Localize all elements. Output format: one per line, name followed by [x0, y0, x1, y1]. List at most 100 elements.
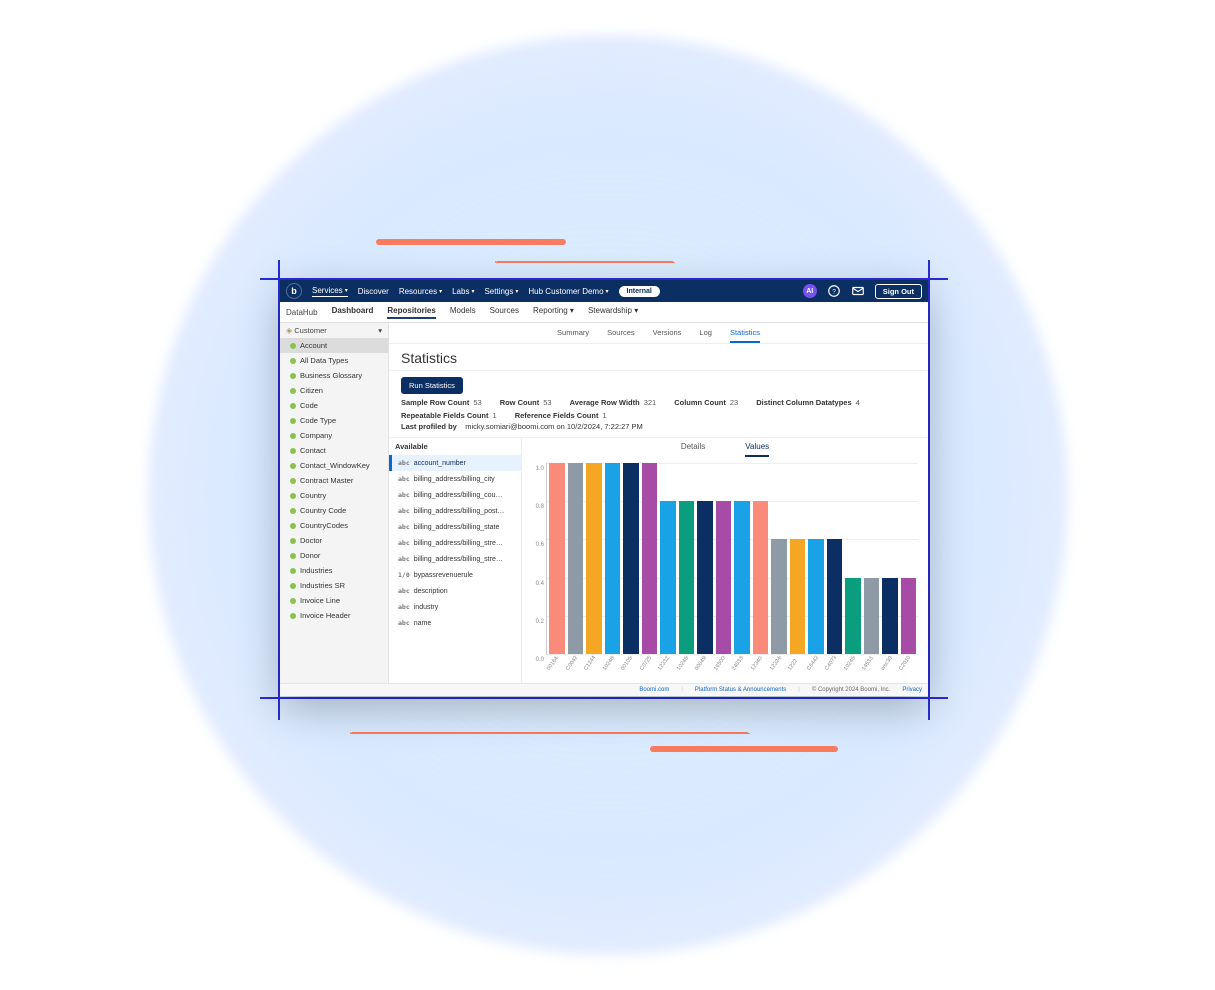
- stat-column-count: Column Count23: [674, 398, 738, 407]
- field-name: billing_address/billing_city: [414, 476, 495, 483]
- chart-tab-details[interactable]: Details: [681, 442, 705, 457]
- chart-bar[interactable]: [790, 539, 806, 654]
- tree-item-code-type[interactable]: Code Type: [280, 413, 388, 428]
- subnav-item-models[interactable]: Models: [450, 306, 476, 319]
- chart-plot: [546, 463, 918, 655]
- chart-bar[interactable]: [882, 578, 898, 654]
- field-name: billing_address/billing_cou…: [414, 492, 503, 499]
- nav-item-services[interactable]: Services▾: [312, 286, 348, 297]
- subnav-item-sources[interactable]: Sources: [490, 306, 519, 319]
- footer: Boomi.com | Platform Status & Announceme…: [280, 683, 928, 696]
- crop-mark: [928, 690, 930, 720]
- chart-bar[interactable]: [901, 578, 917, 654]
- tree-item-invoice-line[interactable]: Invoice Line: [280, 593, 388, 608]
- chart-bar[interactable]: [753, 501, 769, 654]
- field-account_number[interactable]: abcaccount_number: [389, 455, 521, 471]
- mail-icon[interactable]: [851, 284, 865, 298]
- chart-bar[interactable]: [771, 539, 787, 654]
- field-bypassrevenuerule[interactable]: 1/0bypassrevenuerule: [389, 567, 521, 583]
- tab-statistics[interactable]: Statistics: [730, 328, 760, 343]
- chart-bar[interactable]: [864, 578, 880, 654]
- field-billing_address-billing_cou-[interactable]: abcbilling_address/billing_cou…: [389, 487, 521, 503]
- chart-bar[interactable]: [679, 501, 695, 654]
- footer-link-privacy[interactable]: Privacy: [902, 687, 922, 693]
- subnav-item-reporting[interactable]: Reporting ▾: [533, 306, 574, 319]
- chart-bar[interactable]: [697, 501, 713, 654]
- tree-item-doctor[interactable]: Doctor: [280, 533, 388, 548]
- field-name[interactable]: abcname: [389, 615, 521, 631]
- tree-item-industries[interactable]: Industries: [280, 563, 388, 578]
- tree-item-countrycodes[interactable]: CountryCodes: [280, 518, 388, 533]
- crop-mark: [260, 697, 290, 699]
- field-type-icon: abc: [398, 619, 410, 627]
- tab-sources[interactable]: Sources: [607, 328, 635, 343]
- tab-log[interactable]: Log: [699, 328, 712, 343]
- tree-item-contact[interactable]: Contact: [280, 443, 388, 458]
- field-billing_address-billing_stre-[interactable]: abcbilling_address/billing_stre…: [389, 551, 521, 567]
- status-dot-icon: [290, 358, 296, 364]
- field-billing_address-billing_post-[interactable]: abcbilling_address/billing_post…: [389, 503, 521, 519]
- tree-item-company[interactable]: Company: [280, 428, 388, 443]
- tree-item-country[interactable]: Country: [280, 488, 388, 503]
- chart-bar[interactable]: [642, 463, 658, 654]
- run-statistics-button[interactable]: Run Statistics: [401, 377, 463, 394]
- status-dot-icon: [290, 538, 296, 544]
- sign-out-button[interactable]: Sign Out: [875, 284, 922, 299]
- chart-bar[interactable]: [568, 463, 584, 654]
- tree-item-label: Company: [300, 431, 332, 440]
- nav-item-labs[interactable]: Labs▾: [452, 287, 474, 296]
- tree-root-customer[interactable]: ◈ Customer ▾: [280, 323, 388, 338]
- stat-row-count: Row Count53: [500, 398, 552, 407]
- chart-bar[interactable]: [549, 463, 565, 654]
- chart-bar[interactable]: [623, 463, 639, 654]
- chart-bar[interactable]: [845, 578, 861, 654]
- tab-versions[interactable]: Versions: [653, 328, 682, 343]
- tree-item-industries-sr[interactable]: Industries SR: [280, 578, 388, 593]
- tree-item-invoice-header[interactable]: Invoice Header: [280, 608, 388, 623]
- field-industry[interactable]: abcindustry: [389, 599, 521, 615]
- subnav-item-stewardship[interactable]: Stewardship ▾: [588, 306, 638, 319]
- chart-bar[interactable]: [660, 501, 676, 654]
- y-tick-label: 0.8: [530, 504, 544, 510]
- ai-badge[interactable]: AI: [803, 284, 817, 298]
- nav-item-resources[interactable]: Resources▾: [399, 287, 442, 296]
- field-name: billing_address/billing_post…: [414, 508, 505, 515]
- chart-bar[interactable]: [808, 539, 824, 654]
- tree-item-business-glossary[interactable]: Business Glossary: [280, 368, 388, 383]
- subnav-item-dashboard[interactable]: Dashboard: [332, 306, 374, 319]
- footer-link-status[interactable]: Platform Status & Announcements: [695, 687, 786, 693]
- chevron-down-icon: ▾: [606, 288, 609, 295]
- field-billing_address-billing_state[interactable]: abcbilling_address/billing_state: [389, 519, 521, 535]
- tree-item-code[interactable]: Code: [280, 398, 388, 413]
- tab-summary[interactable]: Summary: [557, 328, 589, 343]
- help-icon[interactable]: ?: [827, 284, 841, 298]
- chart-bar[interactable]: [827, 539, 843, 654]
- footer-link-boomi[interactable]: Boomi.com: [639, 687, 669, 693]
- tree-item-contact_windowkey[interactable]: Contact_WindowKey: [280, 458, 388, 473]
- nav-item-settings[interactable]: Settings▾: [484, 287, 518, 296]
- tree-item-citizen[interactable]: Citizen: [280, 383, 388, 398]
- chart-tab-values[interactable]: Values: [745, 442, 769, 457]
- nav-item-discover[interactable]: Discover: [358, 287, 389, 296]
- nav-item-hub-customer-demo[interactable]: Hub Customer Demo▾: [528, 287, 608, 296]
- tree-item-account[interactable]: Account: [280, 338, 388, 353]
- chart-bar[interactable]: [605, 463, 621, 654]
- field-billing_address-billing_stre-[interactable]: abcbilling_address/billing_stre…: [389, 535, 521, 551]
- field-name: bypassrevenuerule: [414, 572, 473, 579]
- tree-item-contract-master[interactable]: Contract Master: [280, 473, 388, 488]
- chart-bar[interactable]: [586, 463, 602, 654]
- logo-icon[interactable]: b: [286, 283, 302, 299]
- tree-item-label: Code Type: [300, 416, 336, 425]
- field-description[interactable]: abcdescription: [389, 583, 521, 599]
- tree-item-label: Citizen: [300, 386, 323, 395]
- chart-bar[interactable]: [716, 501, 732, 654]
- tree-item-all-data-types[interactable]: All Data Types: [280, 353, 388, 368]
- subnav-item-repositories[interactable]: Repositories: [387, 306, 435, 319]
- app-window: b Services▾ Discover Resources▾ Labs▾ Settin…: [280, 280, 928, 696]
- chevron-down-icon: ▾: [378, 326, 382, 335]
- field-billing_address-billing_city[interactable]: abcbilling_address/billing_city: [389, 471, 521, 487]
- crop-mark: [918, 697, 948, 699]
- tree-item-donor[interactable]: Donor: [280, 548, 388, 563]
- tree-item-country-code[interactable]: Country Code: [280, 503, 388, 518]
- chart-bar[interactable]: [734, 501, 750, 654]
